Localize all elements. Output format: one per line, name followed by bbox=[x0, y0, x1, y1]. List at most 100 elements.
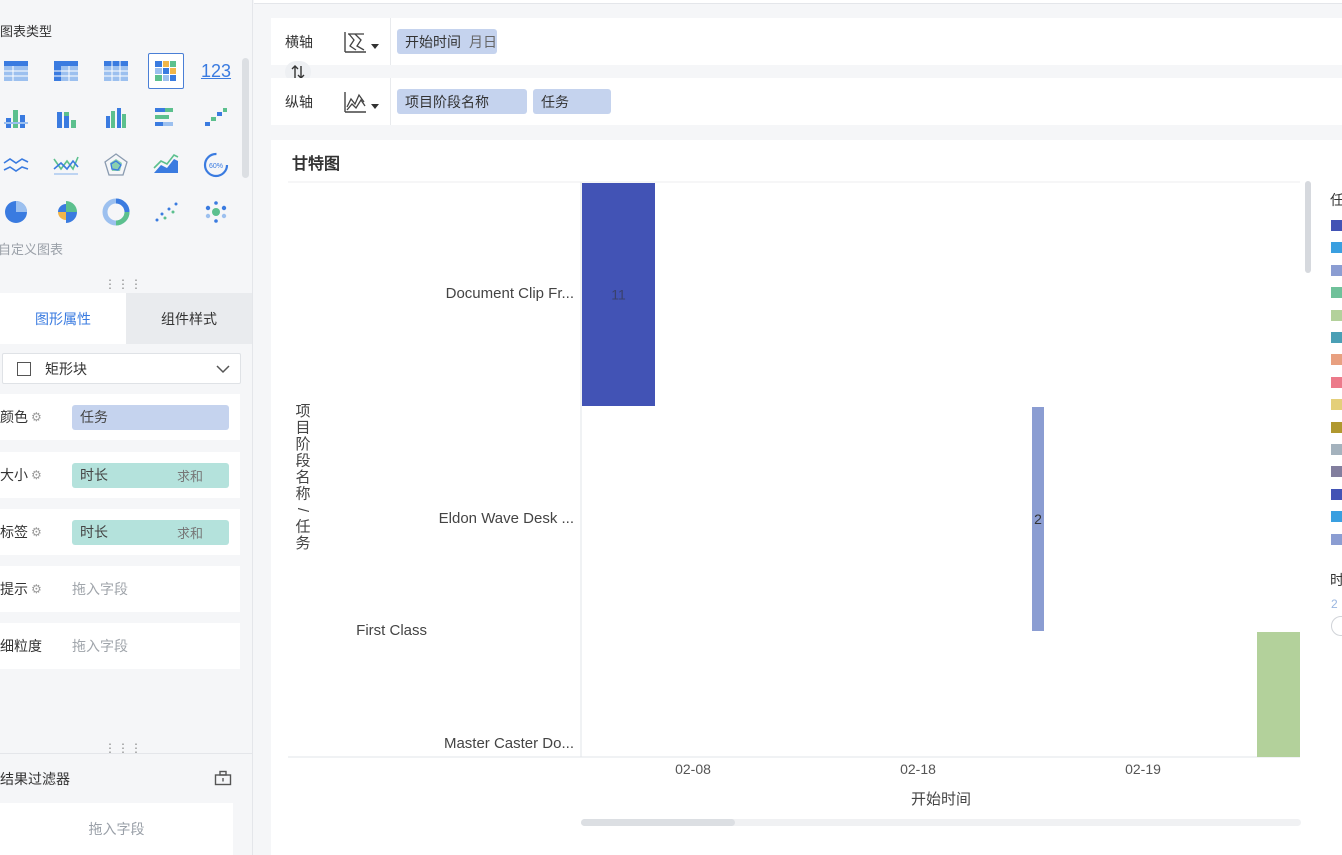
color-label: 颜色 bbox=[0, 409, 28, 425]
x-field-granularity: 月日 bbox=[469, 33, 497, 50]
custom-chart-link[interactable]: 自定义图表 bbox=[0, 239, 63, 258]
x-tick-label: 02-08 bbox=[675, 761, 711, 777]
gear-icon[interactable]: ⚙ bbox=[31, 410, 42, 424]
chevron-down-icon bbox=[216, 365, 230, 374]
y-axis-title-char: / bbox=[294, 508, 311, 513]
legend-swatch[interactable] bbox=[1331, 220, 1342, 231]
horizontal-bar-icon[interactable] bbox=[148, 100, 184, 136]
legend-swatch[interactable] bbox=[1331, 332, 1342, 343]
color-legend-title: 任 bbox=[1330, 192, 1342, 208]
y-axis-row: 纵轴 项目阶段名称 任务 bbox=[271, 78, 1342, 125]
legend-swatch[interactable] bbox=[1331, 466, 1342, 478]
granularity-row: 细粒度 拖入字段 bbox=[0, 623, 240, 669]
gantt-chart: 02-08 02-18 02-19 开始时间 Document Clip Fr... El… bbox=[288, 181, 1300, 808]
table-icon[interactable] bbox=[0, 53, 34, 89]
label-row: 标签 ⚙ 时长 求和 bbox=[0, 509, 240, 555]
rose-pie-icon[interactable] bbox=[48, 194, 84, 230]
size-agg: 求和 bbox=[176, 468, 203, 484]
tab-component-style[interactable]: 组件样式 bbox=[126, 293, 252, 344]
legend-swatch[interactable] bbox=[1331, 354, 1342, 366]
legend-swatch[interactable] bbox=[1331, 309, 1342, 321]
kpi-text: 123 bbox=[200, 60, 232, 81]
y-tick-label: First Class bbox=[356, 622, 427, 639]
pie-icon[interactable] bbox=[0, 194, 34, 230]
gear-icon[interactable]: ⚙ bbox=[31, 468, 42, 482]
y-axis-title-char: 任 bbox=[295, 519, 310, 536]
kpi-number-icon[interactable]: 123 bbox=[198, 53, 234, 89]
y-tick-label: Document Clip Fr... bbox=[446, 285, 574, 302]
grouped-bar-icon[interactable] bbox=[0, 100, 34, 136]
heatmap-table-icon[interactable] bbox=[148, 53, 184, 89]
y-tick-label: Master Caster Do... bbox=[444, 735, 574, 752]
y-axis-title-char: 称 bbox=[295, 486, 310, 503]
label-field: 时长 bbox=[80, 524, 108, 540]
gear-icon[interactable]: ⚙ bbox=[31, 525, 42, 539]
y-field-pill-stage[interactable]: 项目阶段名称 bbox=[397, 89, 527, 114]
top-border bbox=[254, 0, 1342, 4]
y-axis-title-char: 项 bbox=[295, 403, 310, 420]
scatter-icon[interactable] bbox=[148, 194, 184, 230]
legend-swatch[interactable] bbox=[1331, 399, 1342, 411]
y-axis-title-char: 务 bbox=[295, 535, 310, 552]
legend-scrollbar[interactable] bbox=[1305, 181, 1311, 273]
legend-swatch[interactable] bbox=[1331, 287, 1342, 299]
gantt-bar bbox=[1257, 632, 1300, 757]
cross-table-icon[interactable] bbox=[48, 53, 84, 89]
chart-types-scrollbar[interactable] bbox=[242, 58, 249, 178]
result-filter-title: 结果过滤器 bbox=[0, 770, 70, 787]
size-label: 大小 bbox=[0, 467, 28, 483]
bar-data-label: 2 bbox=[1034, 511, 1042, 527]
detail-table-icon[interactable] bbox=[98, 53, 134, 89]
chart-hscroll-thumb[interactable] bbox=[581, 819, 735, 826]
line-icon[interactable] bbox=[0, 147, 34, 183]
filter-drop-zone[interactable]: 拖入字段 bbox=[0, 803, 233, 855]
x-axis-field-pill[interactable]: 开始时间 月日 bbox=[397, 29, 497, 54]
gauge-icon[interactable]: 60% bbox=[198, 147, 234, 183]
color-field-pill[interactable]: 任务 bbox=[72, 404, 229, 430]
size-field-pill[interactable]: 时长 求和 bbox=[72, 462, 229, 488]
chart-card: 02-08 02-18 02-19 开始时间 Document Clip Fr... El… bbox=[271, 140, 1342, 855]
legend-swatch[interactable] bbox=[1331, 488, 1342, 500]
legend-swatch[interactable] bbox=[1331, 242, 1342, 254]
tooltip-drop-zone[interactable]: 拖入字段 bbox=[72, 579, 128, 599]
mark-type-value: 矩形块 bbox=[45, 360, 87, 377]
size-legend-title: 时 bbox=[1330, 572, 1342, 588]
legend-swatch[interactable] bbox=[1331, 444, 1342, 455]
polyline-icon[interactable] bbox=[48, 147, 84, 183]
resize-handle[interactable]: ⋮⋮⋮ bbox=[104, 742, 143, 754]
x-axis-type-button[interactable] bbox=[319, 18, 391, 65]
legend-swatch[interactable] bbox=[1331, 533, 1342, 545]
y-field-pill-task[interactable]: 任务 bbox=[533, 89, 611, 114]
multi-bar-icon[interactable] bbox=[98, 100, 134, 136]
label-agg: 求和 bbox=[176, 525, 203, 541]
gear-icon[interactable]: ⚙ bbox=[31, 582, 42, 596]
caret-down-icon bbox=[371, 104, 379, 109]
props-tabs: 图形属性 组件样式 bbox=[0, 293, 252, 344]
legend-swatch[interactable] bbox=[1331, 376, 1342, 388]
chart-title: 甘特图 bbox=[292, 156, 341, 173]
y-tick-label: Eldon Wave Desk ... bbox=[439, 510, 574, 527]
y-axis-title-char: 阶 bbox=[295, 436, 310, 453]
size-row: 大小 ⚙ 时长 求和 bbox=[0, 452, 240, 498]
stacked-bar-icon[interactable] bbox=[48, 100, 84, 136]
rect-mark-icon bbox=[17, 361, 31, 376]
radar-icon[interactable] bbox=[98, 147, 134, 183]
x-field: 开始时间 bbox=[405, 33, 461, 50]
x-tick-label: 02-18 bbox=[900, 761, 936, 777]
resize-handle[interactable]: ⋮⋮⋮ bbox=[104, 278, 143, 290]
filter-settings-icon[interactable] bbox=[214, 770, 232, 786]
svg-text:60%: 60% bbox=[209, 163, 223, 170]
bubble-icon[interactable] bbox=[198, 194, 234, 230]
donut-icon[interactable] bbox=[98, 194, 134, 230]
legend-swatch[interactable] bbox=[1331, 264, 1342, 276]
label-field-pill[interactable]: 时长 求和 bbox=[72, 519, 229, 545]
area-icon[interactable] bbox=[148, 147, 184, 183]
waterfall-icon[interactable] bbox=[198, 100, 234, 136]
granularity-drop-zone[interactable]: 拖入字段 bbox=[72, 636, 128, 656]
caret-down-icon bbox=[371, 44, 379, 49]
tab-graphic-props[interactable]: 图形属性 bbox=[0, 293, 126, 344]
mark-type-select[interactable]: 矩形块 bbox=[2, 353, 241, 384]
legend-swatch[interactable] bbox=[1331, 421, 1342, 433]
y-axis-type-button[interactable] bbox=[319, 78, 391, 125]
legend-swatch[interactable] bbox=[1331, 511, 1342, 523]
